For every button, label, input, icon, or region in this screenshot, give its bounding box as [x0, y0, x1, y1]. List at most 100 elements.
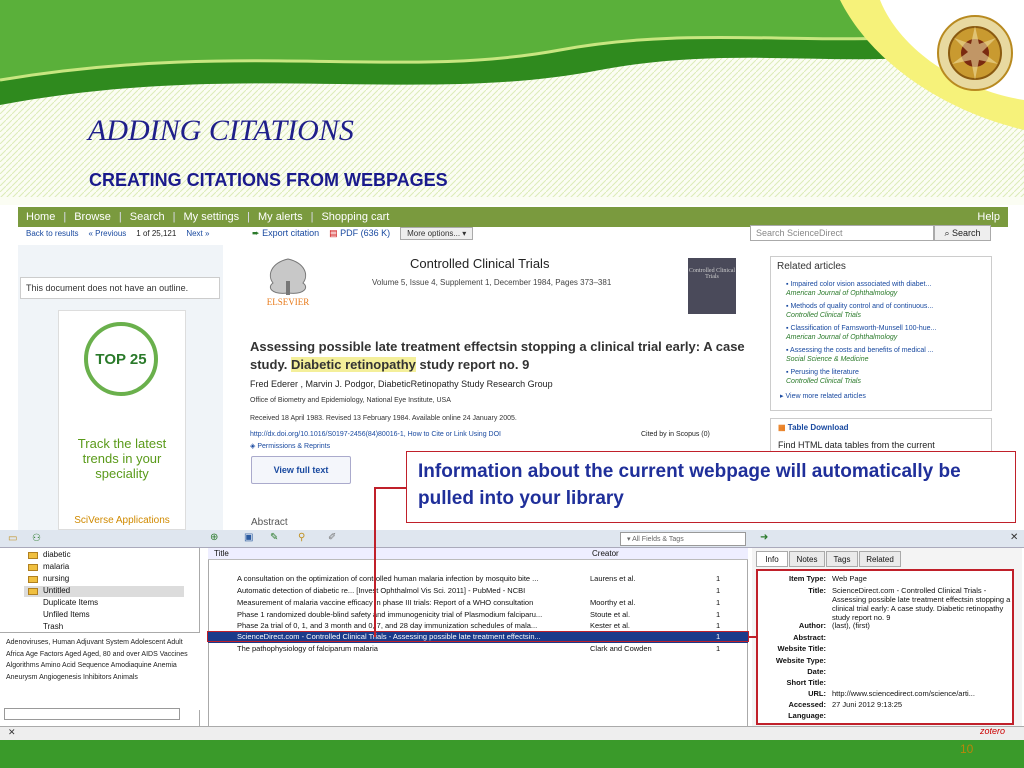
view-full-text-button[interactable]: View full text: [251, 456, 351, 484]
zotero-toolbar: [0, 530, 1024, 548]
item-row[interactable]: Automatic detection of diabetic re... [I…: [208, 586, 748, 597]
publisher-name: ELSEVIER: [267, 297, 310, 307]
callout-connector: [748, 636, 756, 638]
field-value[interactable]: http://www.sciencedirect.com/science/art…: [832, 689, 1012, 698]
column-creator[interactable]: Creator: [592, 549, 619, 558]
add-by-identifier-icon[interactable]: ▣: [244, 532, 253, 543]
search-sciencedirect-input[interactable]: Search ScienceDirect: [750, 225, 934, 241]
pdf-download-button[interactable]: ▤ PDF (636 K): [329, 228, 390, 239]
field-label: Title:: [808, 586, 826, 595]
field-value[interactable]: ScienceDirect.com - Controlled Clinical …: [832, 586, 1012, 622]
related-article[interactable]: ▪ Classification of Farnsworth-Munsell 1…: [786, 324, 976, 342]
folder-icon: [28, 552, 38, 559]
field-value[interactable]: 27 Juni 2012 9:13:25: [832, 700, 1012, 709]
affiliation: Office of Biometry and Epidemiology, Nat…: [250, 397, 451, 404]
tab-tags[interactable]: Tags: [826, 551, 858, 567]
field-label: URL:: [808, 689, 826, 698]
collection-unfiled-items[interactable]: Unfiled Items: [43, 610, 90, 621]
field-value[interactable]: (last), (first): [832, 621, 1012, 630]
field-label: Date:: [807, 667, 826, 676]
next-link[interactable]: Next »: [186, 229, 209, 238]
nav-help[interactable]: Help: [969, 211, 1008, 223]
collection-duplicate-items[interactable]: Duplicate Items: [43, 598, 98, 609]
field-label: Item Type:: [789, 574, 826, 583]
new-collection-icon[interactable]: ▭: [8, 533, 17, 544]
cited-by[interactable]: Cited by in Scopus (0): [641, 431, 710, 438]
received-dates: Received 18 April 1983. Revised 13 Febru…: [250, 415, 517, 422]
nav-my-alerts[interactable]: My alerts: [250, 211, 311, 223]
field-label: Website Title:: [777, 644, 826, 653]
related-article[interactable]: ▪ Methods of quality control and of cont…: [786, 302, 976, 320]
folder-icon: [28, 576, 38, 583]
export-citation-button[interactable]: ➨ Export citation: [252, 228, 319, 239]
field-label: Language:: [788, 711, 826, 720]
related-article[interactable]: ▪ Perusing the literature Controlled Clin…: [786, 368, 976, 386]
previous-link[interactable]: « Previous: [88, 229, 126, 238]
column-title[interactable]: Title: [214, 549, 229, 558]
attachment-icon[interactable]: ⚲: [298, 532, 305, 543]
export-icon: ➨: [252, 228, 260, 238]
tag-selector[interactable]: Adenoviruses, Human Adjuvant System Adol…: [0, 632, 200, 710]
collection-diabetic[interactable]: diabetic: [43, 550, 71, 561]
abstract-heading: Abstract: [251, 517, 288, 528]
journal-volume[interactable]: Volume 5, Issue 4, Supplement 1, Decembe…: [372, 278, 611, 287]
field-label: Abstract:: [793, 633, 826, 642]
close-icon[interactable]: ✕: [1010, 532, 1018, 543]
pdf-icon: ▤: [329, 228, 338, 238]
article-title: Assessing possible late treatment effect…: [250, 339, 745, 372]
item-row[interactable]: Measurement of malaria vaccine efficacy …: [208, 598, 748, 609]
table-icon: ▦: [778, 423, 786, 432]
zotero-search-input[interactable]: ▾ All Fields & Tags: [620, 532, 746, 546]
more-options-button[interactable]: More options... ▾: [400, 227, 474, 240]
nav-shopping-cart[interactable]: Shopping cart: [313, 211, 397, 223]
university-seal-logo: [937, 15, 1013, 91]
related-article[interactable]: ▪ Impaired color vision associated with …: [786, 280, 976, 298]
tab-related[interactable]: Related: [859, 551, 901, 567]
tab-notes[interactable]: Notes: [789, 551, 825, 567]
tag-filter-input[interactable]: [4, 708, 180, 720]
collection-malaria[interactable]: malaria: [43, 562, 69, 573]
new-item-icon[interactable]: ⊕: [210, 532, 218, 543]
outline-message: This document does not have an outline.: [20, 277, 220, 299]
close-pane-icon[interactable]: ✕: [8, 727, 16, 738]
elsevier-logo: ELSEVIER: [267, 258, 310, 307]
field-label: Website Type:: [775, 656, 826, 665]
doi-link[interactable]: http://dx.doi.org/10.1016/S0197-2456(84)…: [250, 431, 501, 438]
link-icon[interactable]: ✐: [328, 532, 336, 543]
article-toolbar: ➨ Export citation ▤ PDF (636 K) More opt…: [252, 227, 474, 240]
journal-title[interactable]: Controlled Clinical Trials: [410, 256, 549, 271]
collection-untitled[interactable]: Untitled: [43, 586, 70, 597]
table-download-title[interactable]: ▦ Table Download: [778, 423, 849, 432]
nav-search[interactable]: Search: [122, 211, 173, 223]
field-label: Accessed:: [788, 700, 826, 709]
collection-nursing[interactable]: nursing: [43, 574, 69, 585]
slide-subtitle: CREATING CITATIONS FROM WEBPAGES: [89, 170, 448, 190]
permissions-link[interactable]: ◈ Permissions & Reprints: [250, 442, 330, 450]
item-row[interactable]: Phase 1 randomized double-blind safety a…: [208, 610, 748, 621]
journal-cover: Controlled Clinical Trials: [688, 258, 736, 314]
zotero-logo[interactable]: zotero: [980, 726, 1005, 736]
new-note-icon[interactable]: ✎: [270, 532, 278, 543]
view-more-related-link[interactable]: ▸ View more related articles: [780, 392, 866, 400]
highlighted-term: Diabetic retinopathy: [290, 357, 416, 372]
callout-connector: [374, 487, 376, 637]
top25-badge: TOP 25: [84, 322, 158, 396]
search-button[interactable]: ⌕ Search: [934, 225, 991, 241]
nav-my-settings[interactable]: My settings: [175, 211, 247, 223]
related-article[interactable]: ▪ Assessing the costs and benefits of me…: [786, 346, 976, 364]
item-row[interactable]: The pathophysiology of falciparum malari…: [208, 644, 748, 655]
tab-info[interactable]: Info: [756, 551, 788, 567]
items-header: Title Creator: [208, 548, 748, 560]
new-group-icon[interactable]: ⚇: [32, 533, 41, 544]
back-to-results-link[interactable]: Back to results: [26, 229, 78, 238]
field-label: Short Title:: [786, 678, 826, 687]
nav-browse[interactable]: Browse: [66, 211, 119, 223]
nav-home[interactable]: Home: [18, 211, 63, 223]
arrow-icon: ◈: [250, 443, 256, 450]
folder-icon: [28, 588, 38, 595]
ad-text: Track the latest trends in your speciali…: [77, 436, 167, 481]
item-row[interactable]: A consultation on the optimization of co…: [208, 574, 748, 585]
field-value[interactable]: Web Page: [832, 574, 1012, 583]
selected-item-highlight-box: [207, 631, 749, 642]
arrow-right-icon[interactable]: ➜: [760, 532, 768, 543]
